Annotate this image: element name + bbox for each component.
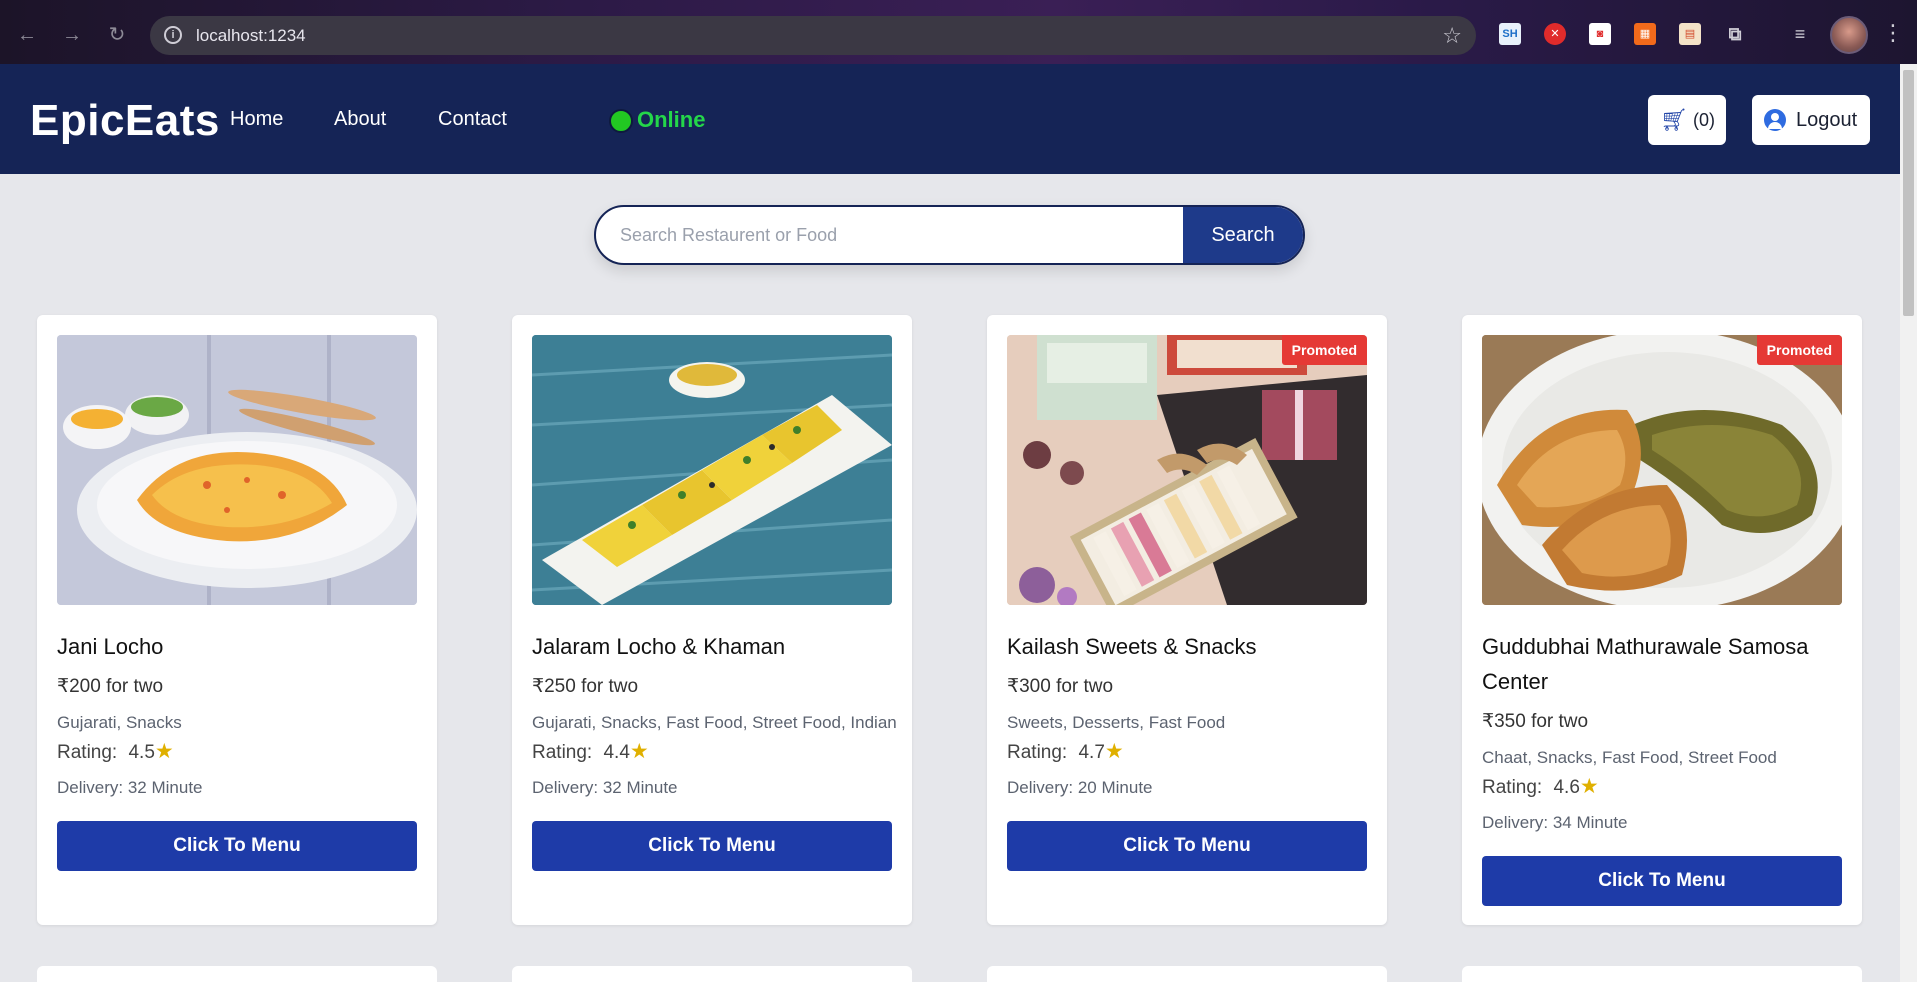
address-bar[interactable]: i localhost:1234 ☆ xyxy=(150,16,1476,55)
page-scrollbar[interactable] xyxy=(1900,64,1917,982)
nav-link-about[interactable]: About xyxy=(334,108,386,131)
restaurant-image xyxy=(57,335,417,605)
restaurant-cuisine: Gujarati, Snacks xyxy=(57,713,182,732)
restaurant-image xyxy=(532,335,892,605)
menu-button[interactable]: Click To Menu xyxy=(1482,856,1842,906)
forward-arrow-icon[interactable]: → xyxy=(57,20,87,50)
star-icon: ★ xyxy=(1104,740,1124,763)
browser-toolbar: ← → ↻ i localhost:1234 ☆ SH ✕ ◙ ▦ ▤ ⧉ ≡ … xyxy=(0,0,1917,64)
promoted-badge: Promoted xyxy=(1281,335,1367,365)
extension-pocket-icon[interactable]: ◙ xyxy=(1589,23,1611,45)
rating-label: Rating: xyxy=(1007,742,1068,763)
restaurant-price: ₹200 for two xyxy=(57,676,164,697)
rating-value: 4.6 xyxy=(1553,777,1580,798)
restaurant-name: Jalaram Locho & Khaman xyxy=(532,634,786,659)
restaurant-card: Promoted Kailash Sweets & Snacks ₹300 fo… xyxy=(987,315,1387,925)
rating-value: 4.5 xyxy=(128,742,155,763)
bookmark-star-icon[interactable]: ☆ xyxy=(1442,23,1462,49)
online-status-dot-icon xyxy=(609,109,633,133)
nav-link-home[interactable]: Home xyxy=(230,108,283,131)
user-circle-icon xyxy=(1764,109,1786,131)
restaurant-price: ₹350 for two xyxy=(1482,711,1589,732)
cart-icon: 🛒︎ xyxy=(1660,107,1688,132)
restaurant-name: Kailash Sweets & Snacks xyxy=(1007,634,1257,659)
profile-avatar[interactable] xyxy=(1830,16,1868,54)
extension-sh-icon[interactable]: SH xyxy=(1499,23,1521,45)
restaurant-card: Jani Locho ₹200 for two Gujarati, Snacks… xyxy=(37,315,437,925)
url-text[interactable]: localhost:1234 xyxy=(196,26,306,46)
rating-label: Rating: xyxy=(57,742,118,763)
brand-logo[interactable]: EpicEats xyxy=(30,96,220,146)
restaurant-card: Jalaram Locho & Khaman ₹250 for two Guja… xyxy=(512,315,912,925)
restaurant-rating: Rating: 4.4★ xyxy=(532,739,649,764)
restaurant-cuisine: Gujarati, Snacks, Fast Food, Street Food… xyxy=(532,713,897,732)
back-arrow-icon[interactable]: ← xyxy=(12,20,42,50)
star-icon: ★ xyxy=(154,740,174,763)
restaurant-delivery: Delivery: 32 Minute xyxy=(532,778,678,797)
cart-button[interactable]: 🛒︎ (0) xyxy=(1648,95,1726,145)
restaurant-card-partial xyxy=(1462,966,1862,982)
search-button[interactable]: Search xyxy=(1183,207,1303,263)
site-info-icon[interactable]: i xyxy=(164,26,182,44)
site-header: EpicEats Home About Contact Online 🛒︎ (0… xyxy=(0,64,1900,174)
menu-button[interactable]: Click To Menu xyxy=(532,821,892,871)
restaurant-card-partial xyxy=(37,966,437,982)
restaurant-cuisine: Sweets, Desserts, Fast Food xyxy=(1007,713,1226,732)
restaurant-price: ₹300 for two xyxy=(1007,676,1114,697)
extension-grid-icon[interactable]: ▦ xyxy=(1634,23,1656,45)
search-bar: Search xyxy=(594,205,1305,265)
restaurant-price: ₹250 for two xyxy=(532,676,639,697)
restaurant-card-partial xyxy=(987,966,1387,982)
search-input[interactable] xyxy=(620,207,1180,263)
star-icon: ★ xyxy=(1579,775,1599,798)
restaurant-card-partial xyxy=(512,966,912,982)
menu-button[interactable]: Click To Menu xyxy=(57,821,417,871)
logout-label: Logout xyxy=(1796,109,1858,131)
restaurant-cuisine: Chaat, Snacks, Fast Food, Street Food xyxy=(1482,748,1777,767)
media-control-icon[interactable]: ≡ xyxy=(1789,23,1811,45)
restaurant-name: Jani Locho xyxy=(57,634,164,659)
rating-label: Rating: xyxy=(1482,777,1543,798)
rating-value: 4.4 xyxy=(603,742,630,763)
restaurant-card: Promoted Guddubhai Mathurawale Samosa Ce… xyxy=(1462,315,1862,925)
extension-block-icon[interactable]: ✕ xyxy=(1544,23,1566,45)
restaurant-rating: Rating: 4.7★ xyxy=(1007,739,1124,764)
cart-count: (0) xyxy=(1693,110,1715,130)
restaurant-delivery: Delivery: 20 Minute xyxy=(1007,778,1153,797)
restaurant-image: Promoted xyxy=(1007,335,1367,605)
restaurant-delivery: Delivery: 32 Minute xyxy=(57,778,203,797)
browser-menu-icon[interactable]: ⋮ xyxy=(1882,20,1904,46)
extensions-puzzle-icon[interactable]: ⧉ xyxy=(1724,23,1746,45)
scrollbar-thumb[interactable] xyxy=(1903,70,1914,316)
restaurant-image: Promoted xyxy=(1482,335,1842,605)
rating-value: 4.7 xyxy=(1078,742,1105,763)
rating-label: Rating: xyxy=(532,742,593,763)
reload-icon[interactable]: ↻ xyxy=(102,20,132,50)
extension-note-icon[interactable]: ▤ xyxy=(1679,23,1701,45)
online-status-label: Online xyxy=(637,107,706,132)
restaurant-name: Guddubhai Mathurawale Samosa Center xyxy=(1482,634,1809,694)
restaurant-delivery: Delivery: 34 Minute xyxy=(1482,813,1628,832)
logout-button[interactable]: Logout xyxy=(1752,95,1870,145)
menu-button[interactable]: Click To Menu xyxy=(1007,821,1367,871)
nav-link-contact[interactable]: Contact xyxy=(438,108,507,131)
star-icon: ★ xyxy=(629,740,649,763)
restaurant-rating: Rating: 4.6★ xyxy=(1482,774,1599,799)
promoted-badge: Promoted xyxy=(1756,335,1842,365)
restaurant-rating: Rating: 4.5★ xyxy=(57,739,174,764)
